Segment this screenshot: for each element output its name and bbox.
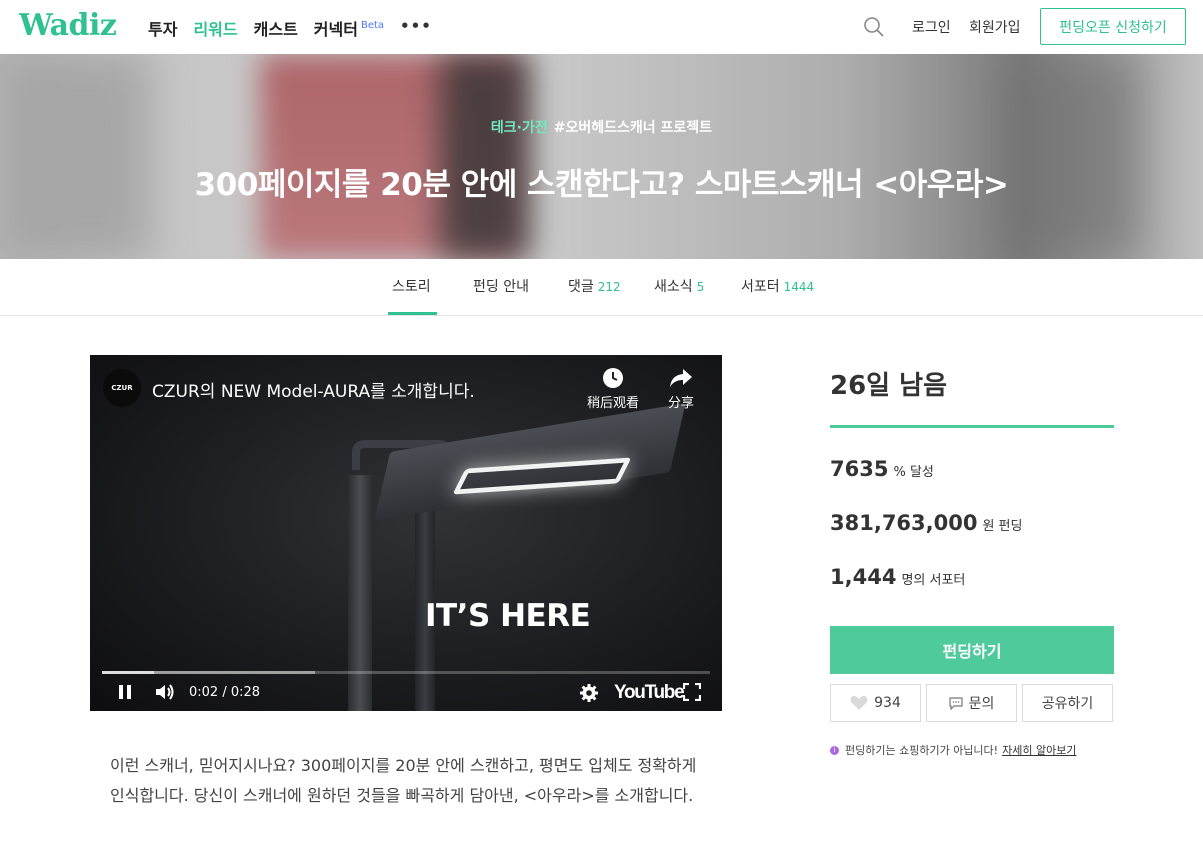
wadiz-logo[interactable]: Wadiz xyxy=(19,8,117,43)
pause-icon[interactable] xyxy=(116,683,134,701)
scanner-image-head xyxy=(374,403,686,521)
funding-progress-bar xyxy=(830,425,1114,428)
tab-label: 펀딩 안내 xyxy=(473,279,529,295)
project-hero: 테크·가전 #오버헤드스캐너 프로젝트 300페이지를 20분 안에 스캔한다고?… xyxy=(0,54,1203,259)
tab-label: 서포터 xyxy=(741,279,780,295)
tab-story[interactable]: 스토리 xyxy=(392,276,431,296)
tab-count: 212 xyxy=(597,280,621,294)
story-intro-text: 이런 스캐너, 믿어지시나요? 300페이지를 20분 안에 스캔하고, 평면도… xyxy=(110,756,697,805)
funded-amount-unit: 원 펀딩 xyxy=(982,519,1023,534)
tab-count: 5 xyxy=(696,280,705,294)
tab-supporters[interactable]: 서포터 1444 xyxy=(741,276,814,296)
tab-label: 새소식 xyxy=(654,279,693,295)
youtube-logo[interactable]: YouTube xyxy=(614,682,685,704)
tab-funding-info[interactable]: 펀딩 안내 xyxy=(473,276,529,296)
chat-bubble-icon xyxy=(949,696,963,710)
funding-notice: i 펀딩하기는 쇼핑하기가 아닙니다! 자세히 알아보기 xyxy=(830,742,1076,758)
inquiry-label: 문의 xyxy=(968,696,995,712)
share-button[interactable]: 공유하기 xyxy=(1022,684,1113,722)
tab-label: 댓글 xyxy=(568,279,594,295)
nav-connector[interactable]: 커넥터 Beta xyxy=(314,16,384,40)
beta-badge: Beta xyxy=(360,20,385,31)
more-dots-icon[interactable]: ••• xyxy=(400,17,432,35)
scanner-image xyxy=(348,475,372,711)
share-button-label: 공유하기 xyxy=(1041,696,1094,712)
info-icon: i xyxy=(830,745,839,755)
achievement-unit: % 달성 xyxy=(893,465,934,480)
signup-link[interactable]: 회원가입 xyxy=(969,17,1021,37)
supporter-count-value: 1,444 xyxy=(830,565,897,589)
tab-count: 1444 xyxy=(783,280,815,294)
share-video-button[interactable]: 分享 xyxy=(668,367,694,411)
funding-open-button[interactable]: 펀딩오픈 신청하기 xyxy=(1040,8,1186,45)
days-remaining: 26일 남음 xyxy=(830,371,947,401)
active-tab-indicator xyxy=(388,312,437,315)
video-time: 0:02 / 0:28 xyxy=(189,685,261,700)
supporter-count-unit: 명의 서포터 xyxy=(901,573,966,588)
settings-gear-icon[interactable] xyxy=(579,683,599,703)
video-player[interactable]: CZUR CZUR의 NEW Model-AURA를 소개합니다. 稍后观看 分… xyxy=(90,355,722,711)
share-label: 分享 xyxy=(668,396,695,411)
search-icon[interactable] xyxy=(863,16,885,38)
achievement-percent: 7635 xyxy=(830,457,889,481)
like-button[interactable]: 934 xyxy=(830,684,921,722)
category-tag[interactable]: 테크·가전 xyxy=(491,120,548,136)
top-header: Wadiz 투자 리워드 캐스트 커넥터 Beta ••• 로그인 회원가입 펀딩… xyxy=(0,0,1203,54)
login-link[interactable]: 로그인 xyxy=(912,17,951,37)
nav-invest[interactable]: 투자 xyxy=(148,16,177,40)
nav-connector-label: 커넥터 xyxy=(313,20,358,39)
supporter-count: 1,444 명의 서포터 xyxy=(830,565,965,589)
watch-later-label: 稍后观看 xyxy=(587,396,640,411)
volume-icon[interactable] xyxy=(154,683,176,701)
hero-overlay xyxy=(0,54,1203,259)
learn-more-link[interactable]: 자세히 알아보기 xyxy=(1002,742,1076,758)
project-tabs: 스토리 펀딩 안내 댓글 212 새소식 5 서포터 1444 xyxy=(0,259,1203,316)
channel-avatar[interactable]: CZUR xyxy=(103,369,141,407)
notice-text: 펀딩하기는 쇼핑하기가 아닙니다! xyxy=(845,744,999,757)
video-title[interactable]: CZUR의 NEW Model-AURA를 소개합니다. xyxy=(152,377,475,402)
played-bar xyxy=(102,671,154,674)
heart-icon xyxy=(850,695,868,710)
tab-comments[interactable]: 댓글 212 xyxy=(568,276,621,296)
project-tag[interactable]: #오버헤드스캐너 프로젝트 xyxy=(554,120,712,136)
hero-tags: 테크·가전 #오버헤드스캐너 프로젝트 xyxy=(0,117,1203,137)
main-nav: 투자 리워드 캐스트 커넥터 Beta ••• xyxy=(148,16,432,40)
clock-icon xyxy=(603,368,623,388)
fund-button[interactable]: 펀딩하기 xyxy=(830,626,1114,674)
video-progress-bar[interactable] xyxy=(102,671,710,674)
funding-progress-fill xyxy=(830,425,1114,428)
tab-label: 스토리 xyxy=(392,279,431,295)
achievement-rate: 7635 % 달성 xyxy=(830,457,934,481)
inquiry-button[interactable]: 문의 xyxy=(926,684,1017,722)
nav-cast[interactable]: 캐스트 xyxy=(254,16,298,40)
nav-reward[interactable]: 리워드 xyxy=(193,16,237,40)
funded-amount-value: 381,763,000 xyxy=(830,511,978,535)
funded-amount: 381,763,000 원 펀딩 xyxy=(830,511,1022,535)
fullscreen-icon[interactable] xyxy=(683,683,701,701)
share-arrow-icon xyxy=(670,369,692,387)
like-count: 934 xyxy=(874,695,901,711)
tab-news[interactable]: 새소식 5 xyxy=(654,276,704,296)
video-overlay-text: IT’S HERE xyxy=(425,598,591,634)
project-title: 300페이지를 20분 안에 스캔한다고? 스마트스캐너 <아우라> xyxy=(194,167,1009,203)
watch-later-button[interactable]: 稍后观看 xyxy=(587,367,639,411)
